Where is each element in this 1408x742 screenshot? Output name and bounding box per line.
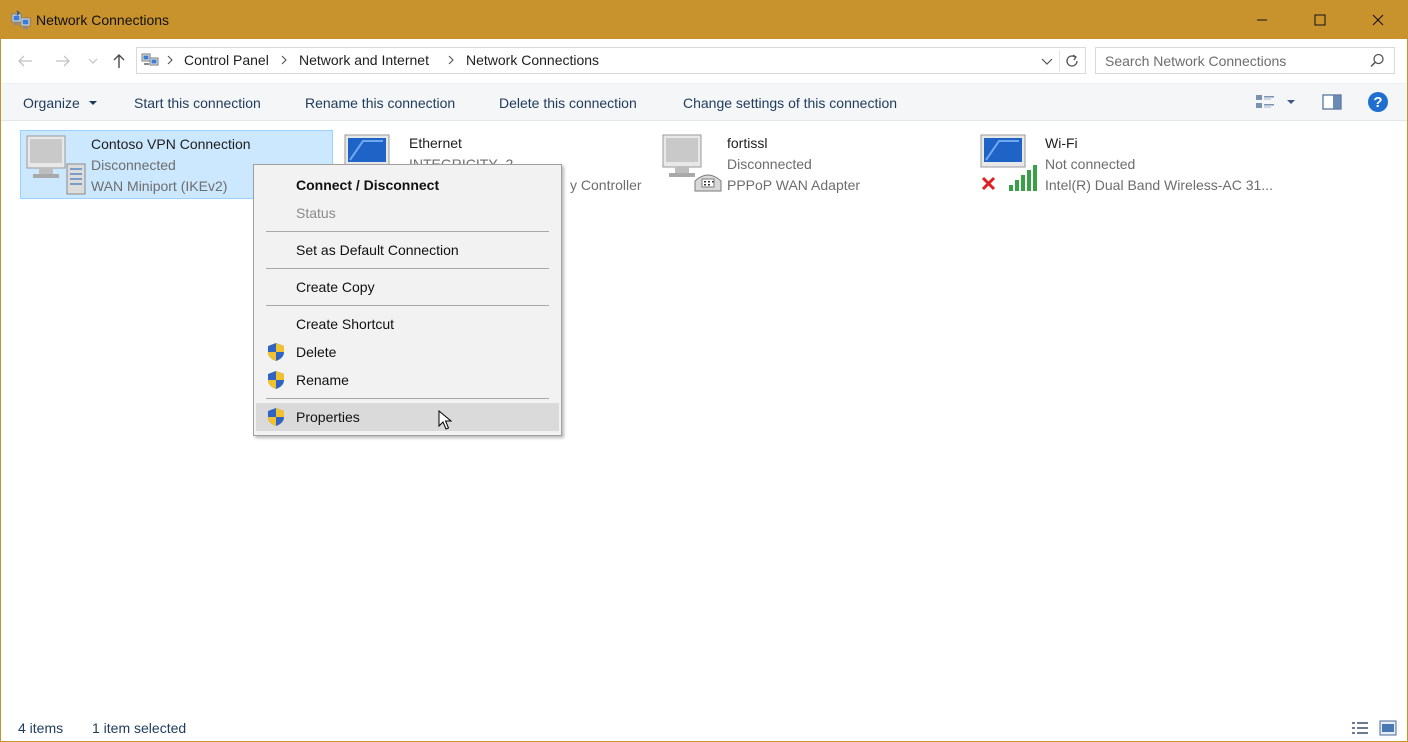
forward-button[interactable] bbox=[51, 49, 75, 73]
details-view-icon[interactable] bbox=[1351, 720, 1369, 736]
explorer-window: Network Connections Control Panel Networ… bbox=[0, 0, 1408, 742]
connection-status: Disconnected bbox=[727, 156, 812, 172]
menu-item-status: Status bbox=[256, 199, 559, 227]
menu-item-label: Status bbox=[296, 205, 336, 221]
address-dropdown-icon[interactable] bbox=[1037, 52, 1057, 70]
connection-name: fortissl bbox=[727, 135, 768, 151]
connection-status: Disconnected bbox=[91, 157, 176, 173]
mouse-cursor-icon bbox=[438, 410, 452, 430]
vpn-connection-icon bbox=[26, 135, 86, 195]
menu-item-create-copy[interactable]: Create Copy bbox=[256, 273, 559, 301]
connection-device: Intel(R) Dual Band Wireless-AC 31... bbox=[1045, 177, 1273, 193]
view-options-dropdown-icon[interactable] bbox=[1287, 100, 1295, 104]
connection-name: Ethernet bbox=[409, 135, 462, 151]
connection-item-fortissl[interactable]: fortissl Disconnected PPPoP WAN Adapter bbox=[657, 130, 967, 199]
breadcrumb-separator-icon bbox=[281, 55, 287, 65]
context-menu: Connect / Disconnect Status Set as Defau… bbox=[253, 164, 562, 436]
connection-device: y Controller bbox=[570, 177, 642, 193]
menu-item-delete[interactable]: Delete bbox=[256, 338, 559, 366]
delete-connection-button[interactable]: Delete this connection bbox=[499, 95, 637, 111]
close-icon bbox=[1372, 14, 1384, 26]
close-button[interactable] bbox=[1349, 1, 1407, 39]
menu-separator bbox=[266, 398, 549, 399]
network-location-icon bbox=[141, 53, 159, 66]
breadcrumb-separator-icon bbox=[448, 55, 454, 65]
address-bar[interactable]: Control Panel Network and Internet Netwo… bbox=[136, 47, 1086, 74]
recent-locations-button[interactable] bbox=[83, 49, 103, 73]
uac-shield-icon bbox=[268, 343, 284, 361]
menu-separator bbox=[266, 268, 549, 269]
change-settings-button[interactable]: Change settings of this connection bbox=[683, 95, 897, 111]
refresh-button[interactable] bbox=[1059, 50, 1083, 72]
menu-item-label: Set as Default Connection bbox=[296, 242, 459, 258]
arrow-left-icon bbox=[18, 55, 32, 67]
back-button[interactable] bbox=[13, 49, 37, 73]
connections-list: Contoso VPN Connection Disconnected WAN … bbox=[1, 121, 1407, 715]
minimize-icon bbox=[1257, 19, 1267, 21]
selection-count: 1 item selected bbox=[92, 720, 187, 736]
breadcrumb-control-panel[interactable]: Control Panel bbox=[184, 52, 269, 68]
menu-item-label: Create Copy bbox=[296, 279, 375, 295]
dropdown-arrow-icon bbox=[89, 101, 97, 105]
minimize-button[interactable] bbox=[1233, 1, 1291, 39]
uac-shield-icon bbox=[268, 408, 284, 426]
connection-device: PPPoP WAN Adapter bbox=[727, 177, 861, 193]
maximize-button[interactable] bbox=[1291, 1, 1349, 39]
search-box[interactable] bbox=[1095, 47, 1395, 74]
organize-menu-button[interactable]: Organize bbox=[23, 95, 80, 111]
menu-separator bbox=[266, 231, 549, 232]
connection-status: Not connected bbox=[1045, 156, 1136, 172]
network-connections-icon bbox=[11, 10, 31, 29]
connection-name: Contoso VPN Connection bbox=[91, 136, 251, 152]
item-count: 4 items bbox=[18, 720, 64, 736]
command-bar: Organize Start this connection Rename th… bbox=[1, 83, 1407, 121]
connection-name: Wi-Fi bbox=[1045, 135, 1078, 151]
arrow-right-icon bbox=[56, 55, 70, 67]
up-button[interactable] bbox=[107, 49, 131, 73]
refresh-icon bbox=[1065, 54, 1078, 67]
wifi-connection-icon bbox=[980, 134, 1037, 191]
menu-item-rename[interactable]: Rename bbox=[256, 366, 559, 394]
start-connection-button[interactable]: Start this connection bbox=[134, 95, 261, 111]
arrow-up-icon bbox=[113, 54, 125, 68]
dialup-connection-icon bbox=[662, 134, 722, 192]
breadcrumb-network-and-internet[interactable]: Network and Internet bbox=[299, 52, 429, 68]
breadcrumb-network-connections[interactable]: Network Connections bbox=[466, 52, 599, 68]
search-icon[interactable] bbox=[1368, 52, 1386, 70]
chevron-down-icon bbox=[88, 58, 98, 64]
search-input[interactable] bbox=[1096, 48, 1364, 73]
navigation-bar: Control Panel Network and Internet Netwo… bbox=[1, 39, 1407, 83]
help-icon[interactable]: ? bbox=[1368, 92, 1388, 112]
connection-device: WAN Miniport (IKEv2) bbox=[91, 178, 228, 194]
uac-shield-icon bbox=[268, 371, 284, 389]
large-icons-view-icon[interactable] bbox=[1379, 720, 1397, 736]
status-bar: 4 items 1 item selected bbox=[1, 715, 1407, 741]
menu-item-create-shortcut[interactable]: Create Shortcut bbox=[256, 310, 559, 338]
menu-item-connect-disconnect[interactable]: Connect / Disconnect bbox=[256, 171, 559, 199]
breadcrumb-separator-icon bbox=[167, 55, 173, 65]
menu-item-label: Create Shortcut bbox=[296, 316, 395, 332]
menu-item-properties[interactable]: Properties bbox=[256, 403, 559, 431]
menu-item-label: Properties bbox=[296, 409, 360, 425]
title-bar[interactable]: Network Connections bbox=[1, 1, 1407, 39]
menu-item-label: Delete bbox=[296, 344, 337, 360]
menu-item-label: Connect / Disconnect bbox=[296, 177, 440, 193]
window-title: Network Connections bbox=[36, 12, 170, 28]
maximize-icon bbox=[1314, 14, 1326, 26]
connection-item-wifi[interactable]: Wi-Fi Not connected Intel(R) Dual Band W… bbox=[975, 130, 1295, 199]
rename-connection-button[interactable]: Rename this connection bbox=[305, 95, 455, 111]
menu-item-label: Rename bbox=[296, 372, 349, 388]
view-options-icon[interactable] bbox=[1255, 93, 1275, 111]
preview-pane-icon[interactable] bbox=[1322, 93, 1342, 111]
menu-item-set-default[interactable]: Set as Default Connection bbox=[256, 236, 559, 264]
menu-separator bbox=[266, 305, 549, 306]
